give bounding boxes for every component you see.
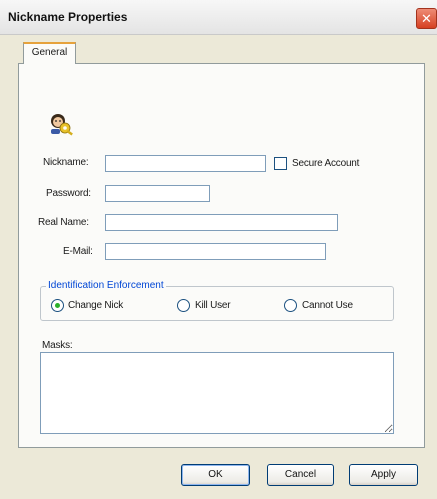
window-title: Nickname Properties (8, 10, 128, 24)
radio-kill-user[interactable] (177, 299, 190, 312)
email-input[interactable] (105, 243, 326, 260)
radio-kill-user-label[interactable]: Kill User (195, 300, 231, 311)
tab-general-label: General (31, 47, 68, 58)
radio-change-nick[interactable] (51, 299, 64, 312)
password-input[interactable] (105, 185, 210, 202)
user-key-icon (51, 114, 73, 136)
radio-selected-dot (55, 303, 60, 308)
cancel-button[interactable]: Cancel (267, 464, 334, 486)
title-bar[interactable]: Nickname Properties ✕ (0, 0, 437, 35)
radio-cannot-use[interactable] (284, 299, 297, 312)
masks-textarea[interactable] (40, 352, 394, 434)
real-name-label: Real Name: (38, 217, 89, 228)
nickname-label: Nickname: (43, 157, 89, 168)
radio-cannot-use-label[interactable]: Cannot Use (302, 300, 353, 311)
secure-account-label[interactable]: Secure Account (292, 158, 359, 169)
real-name-input[interactable] (105, 214, 338, 231)
identification-enforcement-legend: Identification Enforcement (46, 280, 166, 291)
ok-button[interactable]: OK (181, 464, 250, 486)
masks-label: Masks: (42, 340, 73, 351)
close-icon: ✕ (421, 11, 432, 26)
nickname-input[interactable] (105, 155, 266, 172)
radio-change-nick-label[interactable]: Change Nick (68, 300, 123, 311)
tab-general[interactable]: General (23, 42, 76, 64)
apply-button[interactable]: Apply (349, 464, 418, 486)
email-label: E-Mail: (63, 246, 93, 257)
close-button[interactable]: ✕ (416, 8, 437, 29)
secure-account-checkbox[interactable] (274, 157, 287, 170)
password-label: Password: (46, 188, 91, 199)
